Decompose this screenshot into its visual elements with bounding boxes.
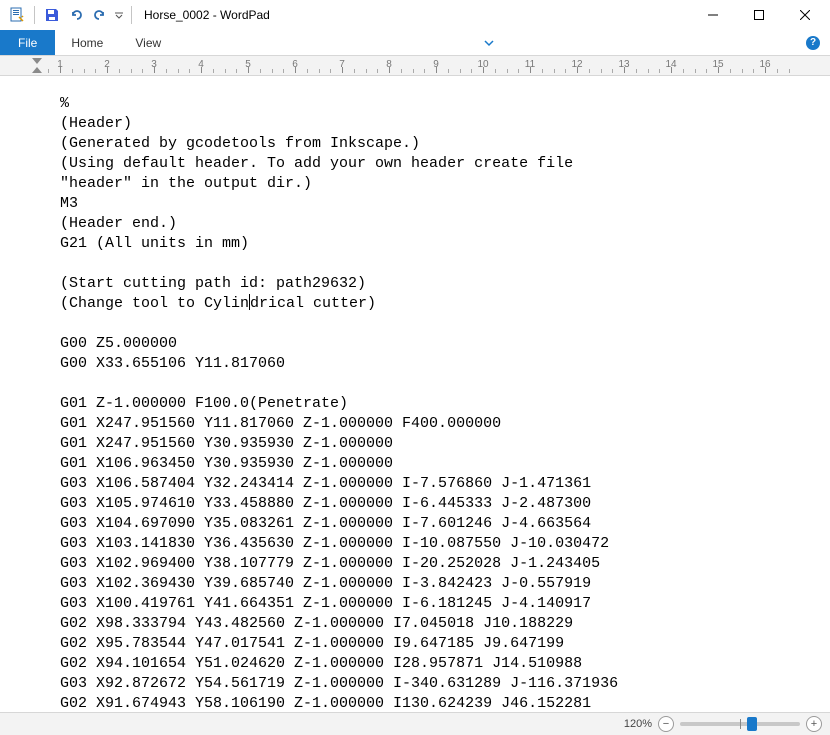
ruler-mark — [648, 69, 649, 73]
save-button[interactable] — [41, 4, 63, 26]
ruler-mark — [60, 67, 61, 73]
ruler-mark — [142, 69, 143, 73]
ruler-mark — [565, 69, 566, 73]
ruler-mark — [377, 69, 378, 73]
ruler-mark — [671, 67, 672, 73]
ruler-mark — [166, 69, 167, 73]
ruler-mark — [695, 69, 696, 73]
ruler-mark — [753, 69, 754, 73]
ruler-mark — [307, 69, 308, 73]
ruler-mark — [236, 69, 237, 73]
slider-midpoint — [740, 719, 741, 729]
ruler-mark — [530, 67, 531, 73]
ruler-mark — [789, 69, 790, 73]
zoom-out-button[interactable]: − — [658, 716, 674, 732]
ruler-mark — [389, 67, 390, 73]
app-icon[interactable] — [6, 4, 28, 26]
ruler-mark — [436, 67, 437, 73]
ruler-mark — [589, 69, 590, 73]
ruler-mark — [460, 69, 461, 73]
ruler-mark — [131, 69, 132, 73]
left-indent-marker[interactable] — [32, 67, 42, 73]
tab-view[interactable]: View — [119, 30, 177, 55]
redo-button[interactable] — [89, 4, 111, 26]
collapse-ribbon-button[interactable] — [484, 30, 494, 55]
ruler-mark — [201, 67, 202, 73]
ruler-mark — [319, 69, 320, 73]
window-controls — [690, 0, 828, 30]
ruler-mark — [601, 69, 602, 73]
document-scroll-area[interactable]: % (Header) (Generated by gcodetools from… — [0, 76, 830, 712]
zoom-label: 120% — [624, 718, 652, 730]
tab-home[interactable]: Home — [55, 30, 119, 55]
ruler-mark — [706, 69, 707, 73]
ruler-mark — [95, 69, 96, 73]
ruler-mark — [272, 69, 273, 73]
ruler-mark — [248, 67, 249, 73]
statusbar: 120% − + — [0, 712, 830, 735]
qat-customize-dropdown[interactable] — [113, 4, 125, 26]
ribbon-tabs: File Home View ? — [0, 30, 830, 56]
ruler-mark — [413, 69, 414, 73]
ruler-mark — [577, 67, 578, 73]
ruler-mark — [107, 67, 108, 73]
maximize-button[interactable] — [736, 0, 782, 30]
ruler-mark — [777, 69, 778, 73]
ruler-mark — [72, 69, 73, 73]
window-title: Horse_0002 - WordPad — [136, 8, 690, 22]
ruler-mark — [518, 69, 519, 73]
ruler-mark — [636, 69, 637, 73]
ruler-mark — [765, 67, 766, 73]
ruler-mark — [730, 69, 731, 73]
help-button[interactable]: ? — [806, 30, 820, 55]
zoom-in-button[interactable]: + — [806, 716, 822, 732]
ruler-mark — [295, 67, 296, 73]
ruler-mark — [342, 67, 343, 73]
workspace: % (Header) (Generated by gcodetools from… — [0, 76, 830, 712]
ruler-mark — [119, 69, 120, 73]
tab-file[interactable]: File — [0, 30, 55, 55]
ruler-mark — [283, 69, 284, 73]
zoom-slider[interactable] — [680, 722, 800, 726]
ruler-mark — [424, 69, 425, 73]
zoom-slider-thumb[interactable] — [747, 717, 757, 731]
text-caret — [249, 294, 250, 310]
separator — [131, 6, 132, 24]
document-body[interactable]: % (Header) (Generated by gcodetools from… — [0, 76, 830, 712]
ruler-mark — [507, 69, 508, 73]
first-line-indent-marker[interactable] — [32, 58, 42, 64]
ruler-mark — [48, 69, 49, 73]
ruler-mark — [189, 69, 190, 73]
ruler-mark — [542, 69, 543, 73]
ruler-mark — [718, 67, 719, 73]
ruler-mark — [84, 69, 85, 73]
ruler-mark — [225, 69, 226, 73]
titlebar: Horse_0002 - WordPad — [0, 0, 830, 30]
ruler-mark — [213, 69, 214, 73]
ruler-mark — [448, 69, 449, 73]
ruler-mark — [154, 67, 155, 73]
ruler-mark — [178, 69, 179, 73]
ruler-mark — [612, 69, 613, 73]
ruler-mark — [366, 69, 367, 73]
minimize-button[interactable] — [690, 0, 736, 30]
ruler[interactable]: 12345678910111213141516 — [0, 56, 830, 76]
undo-button[interactable] — [65, 4, 87, 26]
ruler-mark — [401, 69, 402, 73]
ruler-mark — [330, 69, 331, 73]
ruler-mark — [683, 69, 684, 73]
ruler-mark — [483, 67, 484, 73]
ruler-mark — [260, 69, 261, 73]
ruler-mark — [554, 69, 555, 73]
close-button[interactable] — [782, 0, 828, 30]
separator — [34, 6, 35, 24]
ruler-mark — [354, 69, 355, 73]
quick-access-toolbar — [2, 4, 136, 26]
ruler-mark — [471, 69, 472, 73]
ruler-mark — [659, 69, 660, 73]
ruler-mark — [742, 69, 743, 73]
ruler-mark — [495, 69, 496, 73]
ruler-mark — [624, 67, 625, 73]
